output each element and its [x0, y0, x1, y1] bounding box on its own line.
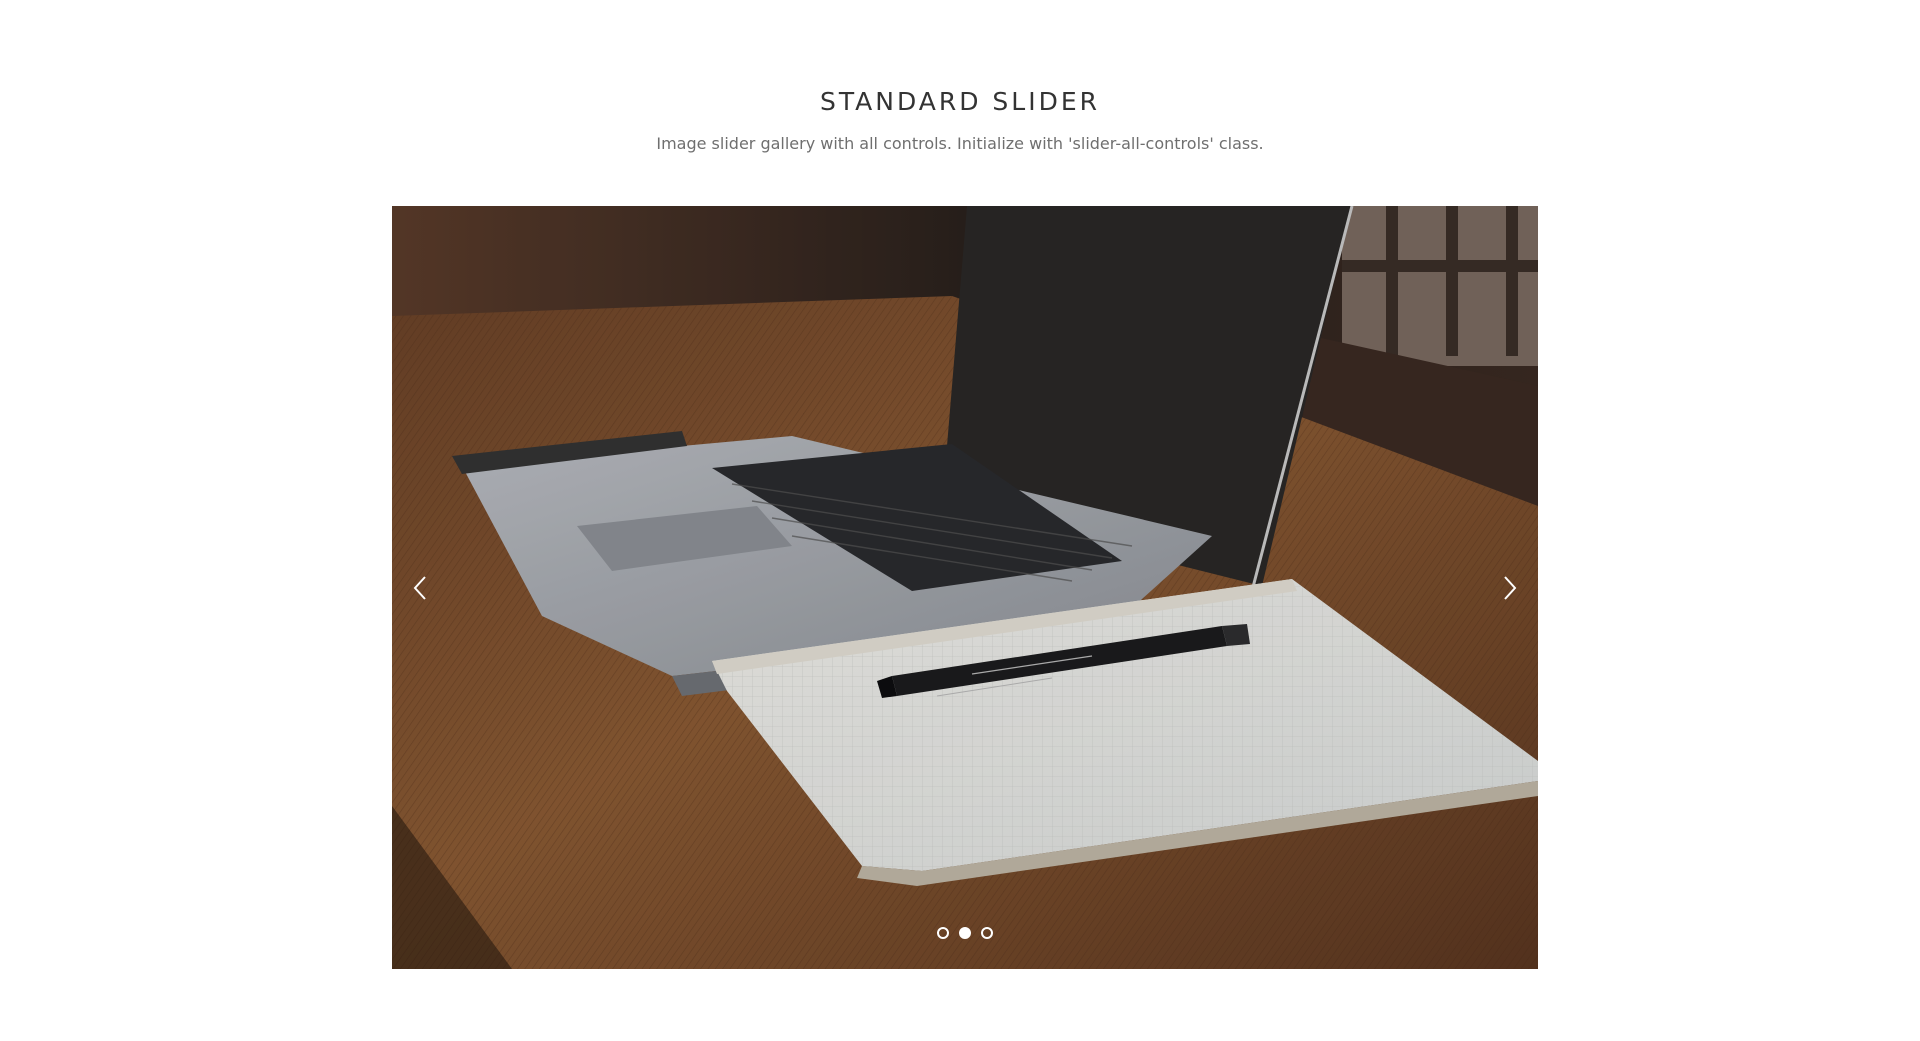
slider-dots	[392, 927, 1538, 939]
chevron-left-icon	[413, 576, 426, 600]
slider-next-button[interactable]	[1490, 566, 1530, 610]
section-subtitle: Image slider gallery with all controls. …	[656, 134, 1264, 153]
slide-image	[392, 206, 1538, 969]
slider-dot-3[interactable]	[981, 927, 993, 939]
section-title: STANDARD SLIDER	[819, 86, 1101, 116]
slider-dot-1[interactable]	[937, 927, 949, 939]
page: STANDARD SLIDER Image slider gallery wit…	[0, 0, 1920, 1041]
image-slider	[392, 206, 1538, 969]
chevron-right-icon	[1504, 576, 1517, 600]
slider-prev-button[interactable]	[400, 566, 440, 610]
slider-dot-2[interactable]	[959, 927, 971, 939]
